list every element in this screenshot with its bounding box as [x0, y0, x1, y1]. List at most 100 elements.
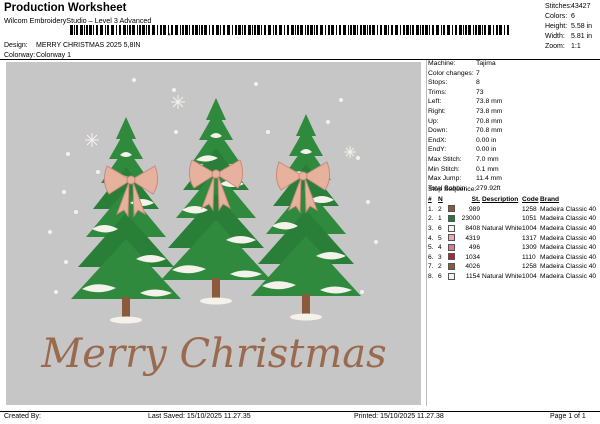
barcode — [70, 25, 509, 35]
panel-divider — [426, 60, 427, 406]
detail-value: 0.00 in — [476, 146, 497, 154]
design-preview: Merry Christmas — [6, 62, 421, 405]
detail-label: Left: — [428, 98, 442, 106]
detail-label: Max Stitch: — [428, 155, 462, 163]
detail-value: 7.0 mm — [476, 155, 499, 163]
software-subtitle: Wilcom EmbroideryStudio – Level 3 Advanc… — [4, 16, 152, 25]
worksheet-title: Production Worksheet — [4, 2, 127, 14]
stop-brand: Madeira Classic 40 — [540, 263, 597, 271]
stop-num: 1. — [428, 205, 434, 213]
stop-num: 3. — [428, 225, 434, 233]
stop-stitches: 1034 — [465, 253, 480, 261]
stop-sequence-table: # N St. Description Code Brand 1. 2 989 125… — [428, 195, 598, 281]
detail-row: Color changes: 7 — [428, 69, 598, 79]
stop-stitches: 1154 — [465, 273, 480, 281]
stop-n: 4 — [438, 244, 442, 252]
col-header-description: Description — [482, 196, 519, 204]
stop-n: 3 — [438, 253, 442, 261]
stop-brand: Madeira Classic 40 — [540, 215, 597, 223]
stop-stitches: 4026 — [465, 263, 480, 271]
stop-num: 5. — [428, 244, 434, 252]
color-swatch-icon — [448, 214, 455, 222]
stop-brand: Madeira Classic 40 — [540, 253, 597, 261]
col-header-stitches: St. — [471, 196, 480, 204]
detail-label: EndX: — [428, 136, 447, 144]
color-swatch-icon — [448, 253, 455, 261]
detail-row: EndY: 0.00 in — [428, 145, 598, 155]
detail-value: 73 — [476, 88, 484, 96]
stop-n: 6 — [438, 273, 442, 281]
summary-label: Height: — [545, 23, 568, 30]
stop-num: 2. — [428, 215, 434, 223]
color-swatch-icon — [448, 224, 455, 232]
stop-stitches: 23000 — [461, 215, 480, 223]
detail-row: Left: 73.8 mm — [428, 97, 598, 107]
summary-colors: Colors: 6 — [545, 12, 600, 22]
detail-row: Min Stitch: 0.1 mm — [428, 165, 598, 175]
detail-row: Machine: Tajima — [428, 59, 598, 69]
stop-description — [482, 262, 522, 272]
color-swatch-icon — [448, 272, 455, 280]
detail-value: 7 — [476, 69, 480, 77]
col-header-num: # — [428, 196, 432, 204]
stop-row: 6. 3 1034 1110 Madeira Classic 40 — [428, 253, 598, 263]
stop-code: 1317 — [522, 234, 537, 242]
stop-num: 8. — [428, 273, 434, 281]
stop-description — [482, 233, 522, 243]
stop-description: Natural White — [482, 273, 522, 281]
detail-row: Down: 70.8 mm — [428, 126, 598, 136]
detail-row: EndX: 0.00 in — [428, 136, 598, 146]
summary-value: 6 — [571, 13, 575, 20]
barcode-text: * — [168, 33, 171, 40]
detail-label: Machine: — [428, 60, 456, 67]
col-header-brand: Brand — [540, 196, 560, 204]
stop-code: 1309 — [522, 244, 537, 252]
design-name-row: Design: MERRY CHRISTMAS 2025 5,8IN — [4, 41, 140, 51]
color-swatch — [448, 262, 458, 272]
detail-value: 279.92ft — [476, 184, 501, 192]
col-header-n: N — [438, 196, 443, 204]
stop-row: 8. 6 1154 Natural White 1004 Madeira Classic … — [428, 272, 598, 282]
color-swatch-icon — [448, 262, 455, 270]
stop-row: 2. 1 23000 1051 Madeira Classic 40 — [428, 214, 598, 224]
color-swatch-icon — [448, 243, 455, 251]
stop-row: 3. 6 8408 Natural White 1004 Madeira Classic … — [428, 224, 598, 234]
color-swatch — [448, 272, 458, 282]
stop-brand: Madeira Classic 40 — [540, 225, 597, 233]
stop-num: 6. — [428, 253, 434, 261]
color-swatch — [448, 224, 458, 234]
summary-label: Width: — [545, 33, 565, 40]
stop-code: 1258 — [522, 205, 537, 213]
detail-label: Right: — [428, 107, 446, 115]
summary-value: 5.58 in — [571, 23, 593, 30]
summary-label: Stitches: — [545, 3, 572, 10]
merry-christmas-text: Merry Christmas — [40, 331, 386, 377]
detail-value: 11.4 mm — [476, 175, 502, 183]
last-saved: Last Saved: 15/10/2025 11.27.35 — [148, 413, 251, 420]
color-swatch — [448, 253, 458, 263]
detail-row: Up: 70.8 mm — [428, 117, 598, 127]
stop-n: 6 — [438, 225, 442, 233]
info-label: Design: — [4, 42, 28, 49]
stop-stitches: 8408 — [465, 225, 480, 233]
stop-table-header: # N St. Description Code Brand — [428, 195, 598, 205]
summary-value: 1:1 — [571, 43, 581, 50]
detail-value: 73.8 mm — [476, 98, 503, 106]
design-name: MERRY CHRISTMAS 2025 5,8IN — [36, 42, 141, 49]
stop-row: 7. 2 4026 1258 Madeira Classic 40 — [428, 262, 598, 272]
stop-n: 5 — [438, 234, 442, 242]
color-swatch-icon — [448, 234, 455, 242]
summary-label: Zoom: — [545, 43, 565, 50]
stop-row: 1. 2 989 1258 Madeira Classic 40 — [428, 205, 598, 215]
col-header-swatch — [448, 195, 458, 205]
stop-row: 5. 4 496 1309 Madeira Classic 40 — [428, 243, 598, 253]
stop-n: 1 — [438, 215, 442, 223]
stop-description — [482, 253, 522, 263]
stop-brand: Madeira Classic 40 — [540, 205, 597, 213]
stop-description — [482, 243, 522, 253]
detail-label: Down: — [428, 127, 448, 135]
stop-description — [482, 205, 522, 215]
stop-code: 1004 — [522, 225, 537, 233]
stop-code: 1004 — [522, 273, 537, 281]
stop-code: 1051 — [522, 215, 537, 223]
